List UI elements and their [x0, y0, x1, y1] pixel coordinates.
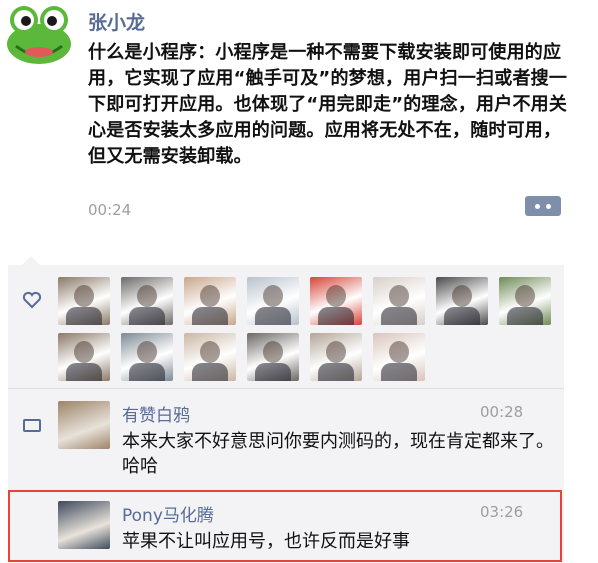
- comment-icon: [23, 419, 41, 432]
- divider: [8, 388, 564, 389]
- person-face-icon: [137, 285, 157, 307]
- like-avatar[interactable]: [499, 277, 551, 325]
- person-body-icon: [129, 363, 165, 381]
- like-avatar[interactable]: [121, 277, 173, 325]
- person-body-icon: [381, 363, 417, 381]
- like-avatar[interactable]: [58, 333, 110, 381]
- person-face-icon: [452, 285, 472, 307]
- likes-section: [8, 265, 564, 385]
- person-face-icon: [74, 341, 94, 363]
- person-face-icon: [263, 341, 283, 363]
- like-avatar[interactable]: [247, 277, 299, 325]
- comment-author[interactable]: 有赞白鸦: [122, 401, 190, 426]
- like-avatar[interactable]: [373, 333, 425, 381]
- person-face-icon: [137, 341, 157, 363]
- person-body-icon: [507, 307, 543, 325]
- like-avatar[interactable]: [310, 277, 362, 325]
- person-body-icon: [318, 307, 354, 325]
- person-face-icon: [326, 285, 346, 307]
- person-body-icon: [66, 307, 102, 325]
- person-face-icon: [515, 285, 535, 307]
- person-face-icon: [200, 341, 220, 363]
- person-face-icon: [389, 285, 409, 307]
- person-body-icon: [66, 363, 102, 381]
- comment-time: 00:28: [480, 403, 524, 421]
- like-avatar[interactable]: [310, 333, 362, 381]
- person-body-icon: [381, 307, 417, 325]
- heart-icon: [22, 291, 42, 309]
- like-avatar[interactable]: [58, 277, 110, 325]
- comment-menu-button[interactable]: [525, 196, 561, 216]
- person-body-icon: [255, 307, 291, 325]
- person-body-icon: [318, 363, 354, 381]
- person-body-icon: [129, 307, 165, 325]
- like-avatar[interactable]: [121, 333, 173, 381]
- comment-avatar[interactable]: [58, 401, 110, 449]
- person-face-icon: [263, 285, 283, 307]
- like-avatar[interactable]: [373, 277, 425, 325]
- moment-post: 张小龙 什么是小程序：小程序是一种不需要下载安装即可使用的应用，它实现了应用“触…: [0, 0, 598, 255]
- post-author[interactable]: 张小龙: [88, 8, 145, 35]
- person-face-icon: [200, 285, 220, 307]
- like-avatar[interactable]: [184, 333, 236, 381]
- interaction-panel: 有赞白鸦 00:28 本来大家不好意思问你要内测码的，现在肯定都来了。哈哈 Pony马…: [8, 265, 564, 563]
- person-face-icon: [389, 341, 409, 363]
- like-avatar[interactable]: [247, 333, 299, 381]
- person-body-icon: [255, 363, 291, 381]
- panel-arrow: [22, 256, 40, 265]
- person-body-icon: [192, 307, 228, 325]
- like-avatar[interactable]: [436, 277, 488, 325]
- highlight-box: [8, 490, 562, 562]
- frog-avatar-icon: [7, 6, 71, 64]
- person-face-icon: [326, 341, 346, 363]
- post-time: 00:24: [88, 201, 132, 219]
- author-avatar[interactable]: [4, 4, 74, 66]
- post-text: 什么是小程序：小程序是一种不需要下载安装即可使用的应用，它实现了应用“触手可及”…: [88, 42, 568, 167]
- like-avatar[interactable]: [184, 277, 236, 325]
- person-face-icon: [74, 285, 94, 307]
- person-body-icon: [192, 363, 228, 381]
- comment-text: 本来大家不好意思问你要内测码的，现在肯定都来了。哈哈: [122, 431, 554, 477]
- person-body-icon: [444, 307, 480, 325]
